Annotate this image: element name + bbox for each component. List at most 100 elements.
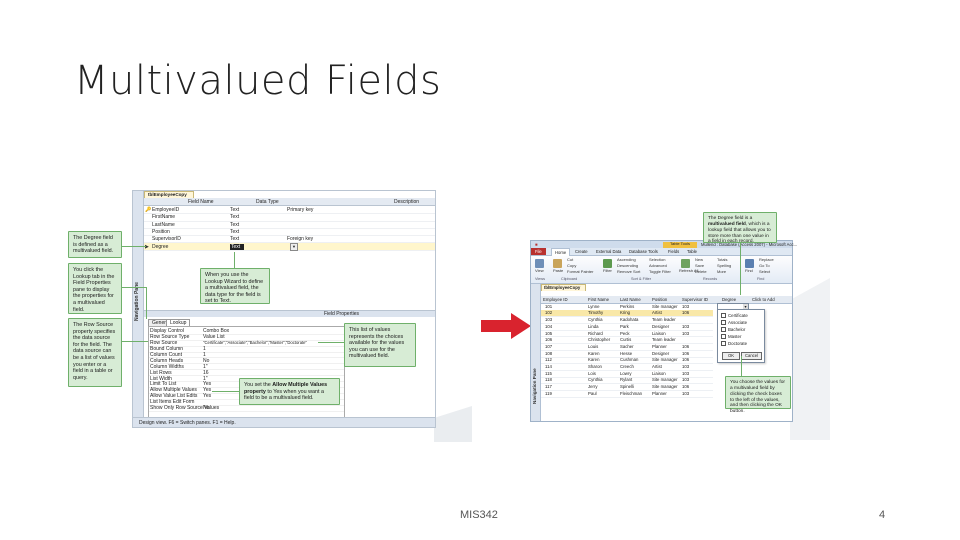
table-cell[interactable]: Christopher [588, 337, 610, 342]
table-cell[interactable]: 103 [545, 317, 552, 322]
delete-record-button[interactable]: Delete [695, 269, 707, 275]
table-cell[interactable]: 103 [682, 364, 689, 369]
table-cell[interactable]: Louis [588, 344, 598, 349]
format-painter-button[interactable]: Format Painter [567, 269, 593, 275]
table-cell[interactable]: 103 [682, 377, 689, 382]
field-data-type[interactable]: Text [230, 243, 245, 250]
table-cell[interactable]: Timothy [588, 310, 603, 315]
degree-option[interactable]: Certificate [721, 313, 748, 319]
table-cell[interactable]: Site manager [652, 384, 678, 389]
table-cell[interactable]: Fleischman [620, 391, 642, 396]
data-type-dropdown-arrow-icon[interactable]: ▼ [290, 242, 298, 251]
tab-fields[interactable]: Fields [668, 249, 679, 254]
filter-button[interactable]: Filter [603, 268, 612, 274]
degree-option[interactable]: Doctorate [721, 341, 747, 347]
toggle-filter-button[interactable]: Toggle Filter [649, 269, 671, 275]
checkbox-icon[interactable] [721, 320, 726, 326]
table-cell[interactable]: Jerry [588, 384, 598, 389]
table-cell[interactable]: Rylant [620, 377, 632, 382]
table-cell[interactable]: Site manager [652, 357, 678, 362]
navigation-pane-collapsed[interactable]: Navigation Pane [531, 284, 541, 421]
table-cell[interactable]: Paul [588, 391, 597, 396]
column-header[interactable]: Supervisor ID [682, 297, 708, 302]
table-cell[interactable]: Site manager [652, 304, 678, 309]
table-cell[interactable]: Karen [588, 357, 599, 362]
degree-option[interactable]: Master [721, 334, 741, 340]
table-cell[interactable]: Planner [652, 391, 667, 396]
table-cell[interactable]: Designer [652, 351, 669, 356]
table-cell[interactable]: 117 [545, 384, 552, 389]
table-cell[interactable]: 105 [545, 331, 552, 336]
tab-create[interactable]: Create [575, 249, 588, 254]
tab-file[interactable]: File [531, 248, 546, 255]
table-cell[interactable]: 103 [682, 331, 689, 336]
table-cell[interactable]: 106 [682, 351, 689, 356]
table-cell[interactable]: Lois [588, 371, 596, 376]
table-cell[interactable]: Team leader [652, 317, 676, 322]
checkbox-icon[interactable] [721, 327, 726, 333]
degree-option[interactable]: Associate [721, 320, 747, 326]
table-cell[interactable]: Designer [652, 324, 669, 329]
table-cell[interactable]: Lynne [588, 304, 600, 309]
column-header[interactable]: Last Name [620, 297, 641, 302]
table-cell[interactable]: Site manager [652, 377, 678, 382]
table-cell[interactable]: 119 [545, 391, 552, 396]
table-cell[interactable]: 103 [682, 391, 689, 396]
table-cell[interactable]: 104 [545, 324, 552, 329]
select-button[interactable]: Select [759, 269, 770, 275]
table-cell[interactable]: 108 [545, 351, 552, 356]
checkbox-icon[interactable] [721, 313, 726, 319]
table-cell[interactable]: Liaison [652, 371, 666, 376]
table-cell[interactable]: Cushman [620, 357, 638, 362]
checkbox-icon[interactable] [721, 334, 726, 340]
tab-external-data[interactable]: External Data [596, 249, 621, 254]
field-row-selected[interactable]: ▶ Degree Text ▼ [144, 242, 435, 251]
table-cell[interactable]: 118 [545, 377, 552, 382]
table-cell[interactable]: 106 [545, 337, 552, 342]
table-row[interactable]: 119 Paul Fleischman Planner 103 [541, 390, 713, 398]
more-button[interactable]: More [717, 269, 726, 275]
table-cell[interactable]: Cynthia [588, 317, 603, 322]
paste-button[interactable]: Paste [553, 268, 563, 274]
table-cell[interactable]: 112 [545, 357, 552, 362]
table-cell[interactable]: Spinelli [620, 384, 634, 389]
table-cell[interactable]: Linda [588, 324, 599, 329]
table-cell[interactable]: 107 [545, 344, 552, 349]
table-cell[interactable]: Creech [620, 364, 634, 369]
table-cell[interactable]: Curtis [620, 337, 631, 342]
table-cell[interactable]: 103 [682, 324, 689, 329]
navigation-pane-collapsed[interactable]: Navigation Pane [133, 191, 144, 427]
table-cell[interactable]: Sharon [588, 364, 602, 369]
table-cell[interactable]: Sacher [620, 344, 634, 349]
table-cell[interactable]: Peck [620, 331, 630, 336]
table-cell[interactable]: 115 [545, 371, 552, 376]
find-button[interactable]: Find [745, 268, 753, 274]
table-cell[interactable]: 103 [682, 371, 689, 376]
table-cell[interactable]: 106 [682, 344, 689, 349]
column-header[interactable]: Employee ID [543, 297, 568, 302]
table-cell[interactable]: Kadohata [620, 317, 638, 322]
table-cell[interactable]: 102 [545, 310, 552, 315]
table-cell[interactable]: Karen [588, 351, 599, 356]
table-cell[interactable]: Hesse [620, 351, 632, 356]
column-header[interactable]: Click to Add [752, 297, 775, 302]
table-cell[interactable]: 114 [545, 364, 552, 369]
view-button[interactable]: View [535, 268, 544, 274]
table-cell[interactable]: Artist [652, 310, 662, 315]
table-cell[interactable]: 101 [545, 304, 552, 309]
remove-sort-button[interactable]: Remove Sort [617, 269, 640, 275]
table-cell[interactable]: 106 [682, 357, 689, 362]
table-document-tab[interactable]: tblEmployeeCopy [541, 284, 587, 291]
table-cell[interactable]: Team leader [652, 337, 676, 342]
table-cell[interactable]: Richard [588, 331, 603, 336]
table-cell[interactable]: 106 [682, 310, 689, 315]
tab-lookup[interactable]: Lookup [166, 319, 191, 326]
column-header[interactable]: First Name [588, 297, 609, 302]
table-cell[interactable]: Lowry [620, 371, 631, 376]
table-cell[interactable]: Perkins [620, 304, 634, 309]
checkbox-icon[interactable] [721, 341, 726, 347]
tab-table[interactable]: Table [687, 249, 697, 254]
column-header[interactable]: Degree [722, 297, 736, 302]
table-cell[interactable]: 106 [682, 384, 689, 389]
ok-button[interactable]: OK [722, 352, 740, 360]
